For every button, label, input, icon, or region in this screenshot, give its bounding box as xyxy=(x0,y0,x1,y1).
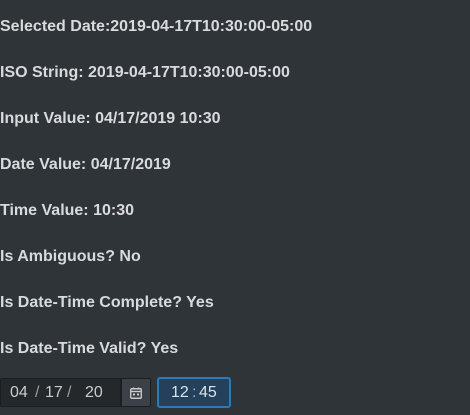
time-minute-segment[interactable]: 45 xyxy=(199,379,217,406)
date-year-segment[interactable]: 20 xyxy=(85,379,103,406)
is-ambiguous-text: Is Ambiguous? No xyxy=(0,248,141,265)
time-hour-segment[interactable]: 12 xyxy=(171,379,189,406)
date-value-text: Date Value: 04/17/2019 xyxy=(0,156,171,173)
calendar-icon xyxy=(130,387,142,399)
time-input[interactable]: 12 : 45 xyxy=(157,377,231,408)
is-valid-text: Is Date-Time Valid? Yes xyxy=(0,340,179,357)
input-value-text: Input Value: 04/17/2019 10:30 xyxy=(0,110,221,127)
date-separator: / xyxy=(35,384,40,401)
date-input[interactable]: 04 / 17 / 20 xyxy=(0,378,121,407)
calendar-button[interactable] xyxy=(121,378,151,407)
time-value-text: Time Value: 10:30 xyxy=(0,202,134,219)
date-separator: / xyxy=(67,384,72,401)
is-complete-text: Is Date-Time Complete? Yes xyxy=(0,294,214,311)
iso-string-text: ISO String: 2019-04-17T10:30:00-05:00 xyxy=(0,64,290,81)
selected-date-text: Selected Date:2019-04-17T10:30:00-05:00 xyxy=(0,18,313,35)
date-day-segment[interactable]: 17 xyxy=(45,379,63,406)
date-month-segment[interactable]: 04 xyxy=(10,379,28,406)
time-separator: : xyxy=(192,384,197,401)
